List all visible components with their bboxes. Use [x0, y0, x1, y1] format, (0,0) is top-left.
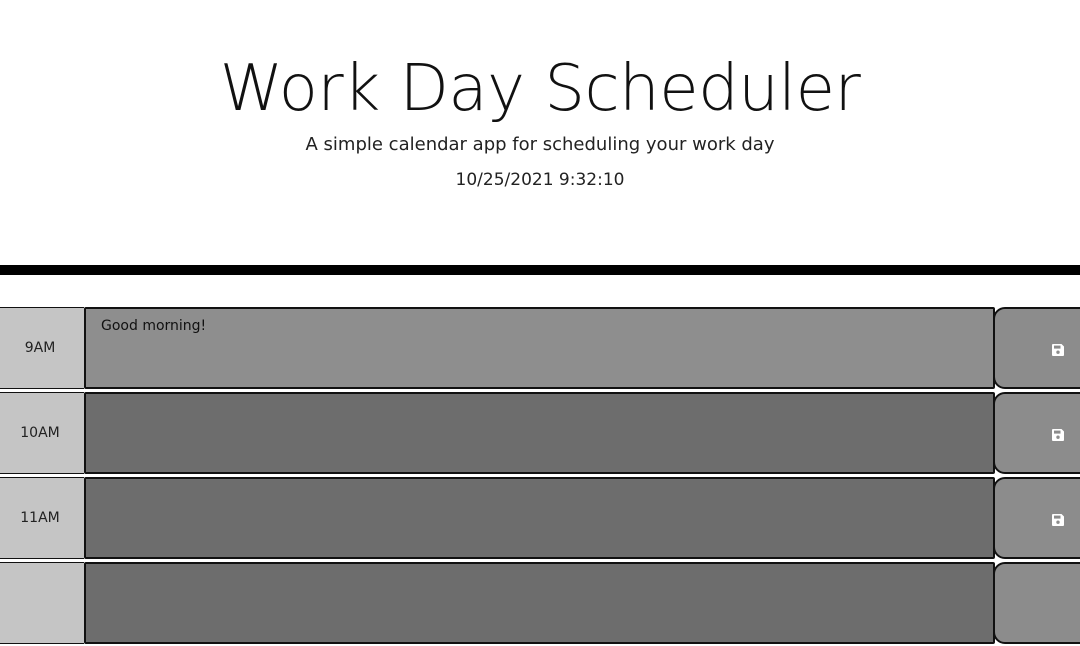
hour-label: 9AM [0, 307, 84, 389]
time-block-10am: 10AM [0, 391, 1080, 476]
time-block-list: 9AM Good morning! 10AM 11AM [0, 306, 1080, 646]
hour-label-text: 9AM [24, 340, 56, 356]
hour-label [0, 562, 84, 644]
page-title: Work Day Scheduler [219, 52, 861, 126]
current-datetime: 10/25/2021 9:32:10 [455, 170, 625, 190]
save-button[interactable] [993, 392, 1080, 474]
hour-label: 11AM [0, 477, 84, 559]
event-description-input[interactable]: Good morning! [84, 307, 995, 389]
time-block-9am: 9AM Good morning! [0, 306, 1080, 391]
header-divider [0, 265, 1080, 275]
time-block-11am: 11AM [0, 476, 1080, 561]
save-button[interactable] [993, 562, 1080, 644]
save-icon [1052, 429, 1064, 441]
hour-label: 10AM [0, 392, 84, 474]
hour-label-text: 10AM [20, 425, 60, 441]
event-description-input[interactable] [84, 477, 995, 559]
event-description-input[interactable] [84, 392, 995, 474]
time-block-partial [0, 561, 1080, 646]
save-button[interactable] [993, 477, 1080, 559]
save-icon [1052, 514, 1064, 526]
event-description-input[interactable] [84, 562, 995, 644]
hour-label-text: 11AM [20, 510, 60, 526]
save-button[interactable] [993, 307, 1080, 389]
page-subtitle: A simple calendar app for scheduling you… [305, 134, 775, 155]
save-icon [1052, 344, 1064, 356]
page-header: Work Day Scheduler A simple calendar app… [0, 0, 1080, 265]
